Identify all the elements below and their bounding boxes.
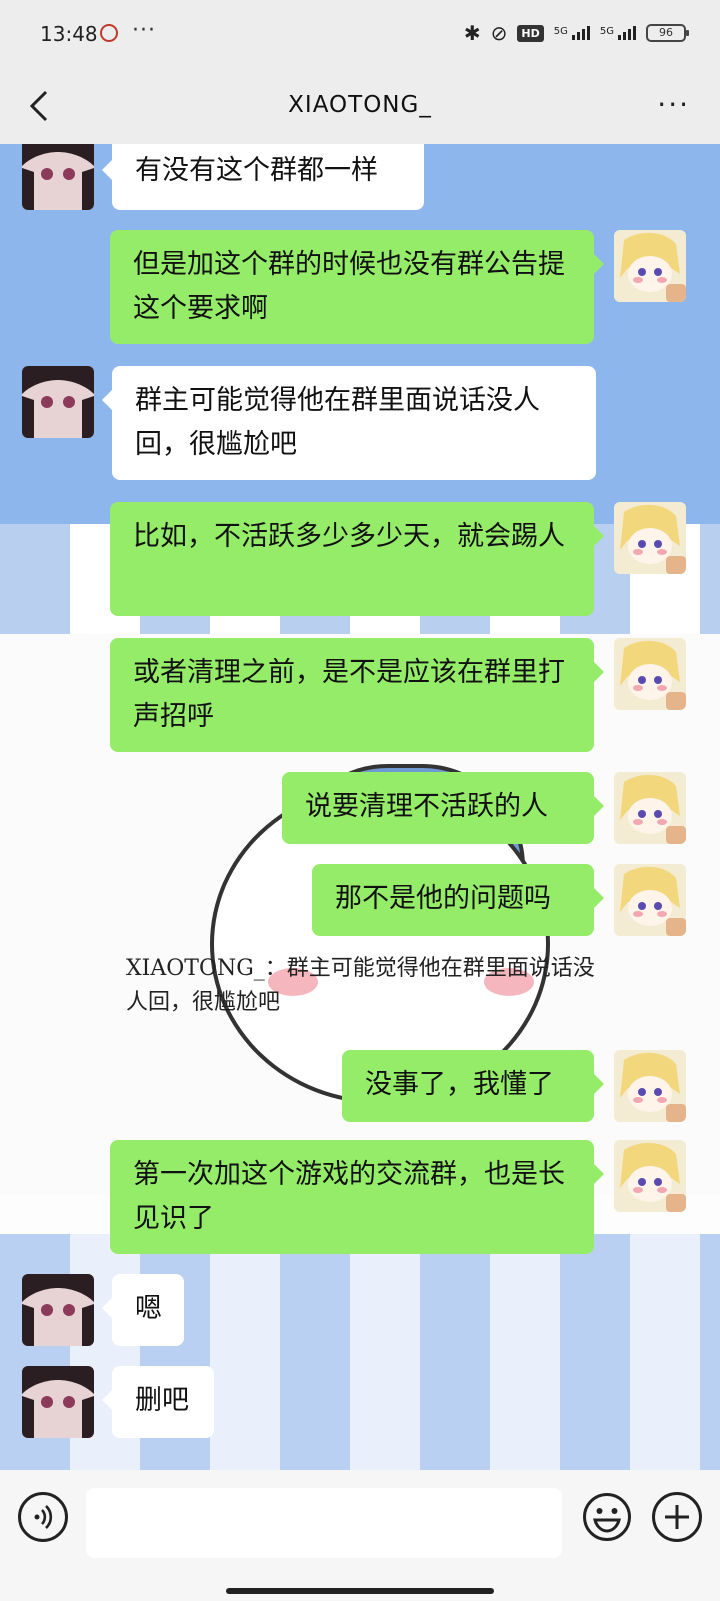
user-avatar[interactable]	[614, 230, 686, 302]
emoji-icon[interactable]	[582, 1492, 632, 1542]
user-avatar[interactable]	[614, 1050, 686, 1122]
message-bubble[interactable]: 没事了，我懂了	[342, 1050, 604, 1122]
user-avatar[interactable]	[614, 638, 686, 710]
message-bubble[interactable]: 那不是他的问题吗	[312, 864, 604, 936]
message-bubble[interactable]: 有没有这个群都一样	[102, 144, 424, 210]
app-notification-icon	[100, 24, 118, 42]
user-avatar[interactable]	[614, 502, 686, 574]
network-label-1: 5G	[553, 26, 568, 37]
message-bubble[interactable]: 说要清理不活跃的人	[282, 772, 604, 844]
plus-icon[interactable]	[652, 1492, 702, 1542]
status-bar: 13:48 ··· ✱ ⊘ HD 5G 5G 96	[0, 0, 720, 68]
signal-icon-2: 5G	[600, 26, 636, 40]
signal-icon-1: 5G	[554, 26, 590, 40]
home-indicator[interactable]	[226, 1588, 494, 1594]
status-time: 13:48	[40, 22, 98, 46]
message-bubble[interactable]: 但是加这个群的时候也没有群公告提这个要求啊	[110, 230, 604, 344]
contact-avatar[interactable]	[22, 1274, 94, 1346]
user-avatar[interactable]	[614, 864, 686, 936]
more-icon[interactable]: ···	[657, 88, 690, 121]
user-avatar[interactable]	[614, 772, 686, 844]
bluetooth-icon: ✱	[463, 21, 481, 45]
chat-title: XIAOTONG_	[288, 92, 432, 118]
user-avatar[interactable]	[614, 1140, 686, 1212]
voice-icon[interactable]	[18, 1492, 68, 1542]
message-bubble[interactable]: 第一次加这个游戏的交流群，也是长见识了	[110, 1140, 604, 1254]
hd-voice-icon: HD	[517, 24, 544, 42]
message-bubble[interactable]: 嗯	[102, 1274, 184, 1346]
message-bubble[interactable]: 删吧	[102, 1366, 214, 1438]
message-bubble[interactable]: 或者清理之前，是不是应该在群里打声招呼	[110, 638, 604, 752]
status-more-notifications: ···	[132, 18, 156, 43]
contact-avatar[interactable]	[22, 144, 94, 210]
message-bubble[interactable]: 比如，不活跃多少多少天，就会踢人	[110, 502, 604, 616]
network-label-2: 5G	[599, 26, 614, 37]
battery-icon: 96	[646, 24, 689, 42]
contact-avatar[interactable]	[22, 366, 94, 438]
link-icon: ⊘	[490, 21, 508, 45]
input-bar	[0, 1470, 720, 1601]
chat-header: XIAOTONG_ ···	[0, 68, 720, 144]
message-list[interactable]: 有没有这个群都一样 但是加这个群的时候也没有群公告提这个要求啊 群主可能觉得他在…	[0, 144, 720, 1470]
message-bubble[interactable]: 群主可能觉得他在群里面说话没人回，很尴尬吧	[102, 366, 596, 480]
contact-avatar[interactable]	[22, 1366, 94, 1438]
message-input[interactable]	[86, 1488, 562, 1558]
quoted-message[interactable]: XIAOTONG_：群主可能觉得他在群里面说话没人回，很尴尬吧	[126, 952, 596, 1020]
